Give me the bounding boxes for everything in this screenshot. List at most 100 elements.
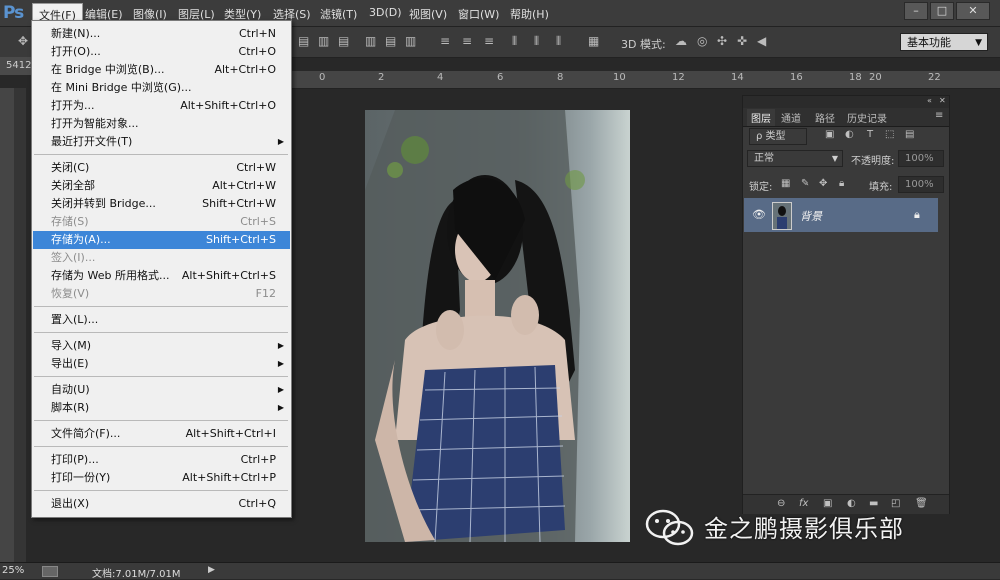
- menu-view[interactable]: 视图(V): [409, 6, 447, 22]
- collapse-icon[interactable]: «: [927, 96, 932, 105]
- filter-pixel-icon[interactable]: ▣: [825, 129, 834, 140]
- move-tool-icon[interactable]: ✥: [18, 34, 30, 48]
- preview-toggle-icon[interactable]: [42, 566, 58, 577]
- menu-item-import[interactable]: 导入(M) ▶: [33, 337, 290, 355]
- menu-item-place[interactable]: 置入(L)...: [33, 311, 290, 329]
- align-right-icon[interactable]: ▥: [405, 34, 417, 48]
- menu-item-save-for-web[interactable]: 存储为 Web 所用格式... Alt+Shift+Ctrl+S: [33, 267, 290, 285]
- align-left-icon[interactable]: ▥: [365, 34, 377, 48]
- menu-separator: [34, 376, 288, 377]
- menu-separator: [34, 154, 288, 155]
- menu-item-scripts[interactable]: 脚本(R) ▶: [33, 399, 290, 417]
- horizontal-ruler: 0 2 4 6 8 10 12 14 16 18 20 22: [290, 71, 1000, 89]
- distribute-hcenter-icon[interactable]: ⫴: [534, 34, 546, 48]
- filter-adjust-icon[interactable]: ◐: [845, 129, 854, 140]
- menu-item-file-info[interactable]: 文件简介(F)... Alt+Shift+Ctrl+I: [33, 425, 290, 443]
- panel-menu-icon[interactable]: ≡: [935, 110, 943, 121]
- tab-channels[interactable]: 通道: [781, 110, 801, 125]
- align-hcenter-icon[interactable]: ▤: [385, 34, 397, 48]
- distribute-left-icon[interactable]: ⫴: [512, 34, 524, 48]
- menu-item-automate[interactable]: 自动(U) ▶: [33, 381, 290, 399]
- ruler-tick: 6: [497, 72, 504, 83]
- align-bottom-icon[interactable]: ▤: [338, 34, 350, 48]
- canvas-image[interactable]: [365, 110, 630, 542]
- menu-item-save-as[interactable]: 存储为(A)... Shift+Ctrl+S: [33, 231, 290, 249]
- menu-item-close-all[interactable]: 关闭全部 Alt+Ctrl+W: [33, 177, 290, 195]
- distribute-vcenter-icon[interactable]: ≡: [462, 34, 474, 48]
- menu-item-open[interactable]: 打开(O)... Ctrl+O: [33, 43, 290, 61]
- chevron-down-icon: ▼: [975, 38, 982, 48]
- layer-row-background[interactable]: 👁︎ 背景 🔒︎: [744, 198, 938, 232]
- filter-type-icon[interactable]: T: [867, 129, 873, 140]
- tools-panel[interactable]: [14, 88, 26, 562]
- menu-item-close[interactable]: 关闭(C) Ctrl+W: [33, 159, 290, 177]
- menu-item-print-one[interactable]: 打印一份(Y) Alt+Shift+Ctrl+P: [33, 469, 290, 487]
- close-icon[interactable]: ✕: [939, 96, 946, 105]
- blend-mode-value: 正常: [754, 153, 774, 164]
- menu-item-open-smart-object[interactable]: 打开为智能对象...: [33, 115, 290, 133]
- delete-layer-icon[interactable]: 🗑︎: [915, 498, 928, 509]
- submenu-arrow-icon: ▶: [277, 341, 284, 350]
- filter-smart-icon[interactable]: ▤: [905, 129, 914, 140]
- lock-all-icon[interactable]: 🔒︎: [839, 178, 844, 189]
- tab-paths[interactable]: 路径: [815, 110, 835, 125]
- wechat-icon: [645, 508, 697, 551]
- tab-history[interactable]: 历史记录: [847, 110, 887, 125]
- fx-icon[interactable]: fx: [799, 498, 808, 509]
- adjustment-layer-icon[interactable]: ◐: [847, 498, 856, 509]
- visibility-eye-icon[interactable]: 👁︎: [752, 208, 766, 221]
- align-vcenter-icon[interactable]: ▥: [318, 34, 330, 48]
- close-button[interactable]: ✕: [956, 2, 990, 20]
- fill-input[interactable]: 100%: [898, 176, 944, 193]
- opacity-input[interactable]: 100%: [898, 150, 944, 167]
- 3d-slide-icon[interactable]: ✜: [737, 34, 751, 48]
- lock-image-icon[interactable]: ✎: [801, 178, 809, 189]
- submenu-arrow-icon: ▶: [277, 137, 284, 146]
- menu-item-browse-mini-bridge[interactable]: 在 Mini Bridge 中浏览(G)...: [33, 79, 290, 97]
- layer-name[interactable]: 背景: [800, 208, 822, 224]
- maximize-button[interactable]: □: [930, 2, 954, 20]
- 3d-scale-icon[interactable]: ◀: [757, 34, 773, 48]
- menu-item-browse-bridge[interactable]: 在 Bridge 中浏览(B)... Alt+Ctrl+O: [33, 61, 290, 79]
- ruler-tick: 12: [672, 72, 685, 83]
- 3d-drag-icon[interactable]: ✣: [717, 34, 731, 48]
- submenu-arrow-icon: ▶: [277, 385, 284, 394]
- layer-filter-select[interactable]: ρ 类型: [749, 128, 807, 145]
- lock-label: 锁定:: [749, 182, 773, 193]
- filter-shape-icon[interactable]: ⬚: [885, 129, 894, 140]
- minimize-button[interactable]: –: [904, 2, 928, 20]
- add-mask-icon[interactable]: ▣: [823, 498, 832, 509]
- align-top-icon[interactable]: ▤: [298, 34, 310, 48]
- distribute-top-icon[interactable]: ≡: [440, 34, 452, 48]
- auto-align-icon[interactable]: ▦: [588, 34, 600, 48]
- lock-position-icon[interactable]: ✥: [819, 178, 827, 189]
- distribute-bottom-icon[interactable]: ≡: [484, 34, 496, 48]
- menu-item-exit[interactable]: 退出(X) Ctrl+Q: [33, 495, 290, 513]
- status-menu-icon[interactable]: ▶: [208, 565, 215, 575]
- link-layers-icon[interactable]: ⊖: [777, 498, 785, 509]
- distribute-right-icon[interactable]: ⫴: [556, 34, 568, 48]
- panel-tabs: 图层 通道 路径 历史记录 ≡: [743, 108, 949, 127]
- menu-help[interactable]: 帮助(H): [510, 6, 549, 22]
- ruler-tick: 20: [869, 72, 882, 83]
- lock-transparent-icon[interactable]: ▦: [781, 178, 790, 189]
- portrait-photo: [365, 110, 630, 542]
- menu-window[interactable]: 窗口(W): [458, 6, 499, 22]
- menu-item-open-as[interactable]: 打开为... Alt+Shift+Ctrl+O: [33, 97, 290, 115]
- menu-item-close-go-bridge[interactable]: 关闭并转到 Bridge... Shift+Ctrl+W: [33, 195, 290, 213]
- 3d-rotate-icon[interactable]: ☁: [675, 34, 691, 48]
- menu-filter[interactable]: 滤镜(T): [320, 6, 357, 22]
- new-group-icon[interactable]: ▬: [869, 498, 878, 509]
- tab-layers[interactable]: 图层: [747, 109, 775, 126]
- menu-3d[interactable]: 3D(D): [369, 6, 402, 19]
- menu-item-export[interactable]: 导出(E) ▶: [33, 355, 290, 373]
- blend-mode-select[interactable]: 正常 ▼: [747, 150, 843, 167]
- ruler-tick: 14: [731, 72, 744, 83]
- 3d-roll-icon[interactable]: ◎: [697, 34, 711, 48]
- new-layer-icon[interactable]: ◰: [891, 498, 900, 509]
- menu-item-print[interactable]: 打印(P)... Ctrl+P: [33, 451, 290, 469]
- menu-item-new[interactable]: 新建(N)... Ctrl+N: [33, 25, 290, 43]
- menu-item-recent-files[interactable]: 最近打开文件(T) ▶: [33, 133, 290, 151]
- workspace-select[interactable]: 基本功能 ▼: [900, 33, 988, 51]
- zoom-level[interactable]: 25%: [2, 565, 24, 576]
